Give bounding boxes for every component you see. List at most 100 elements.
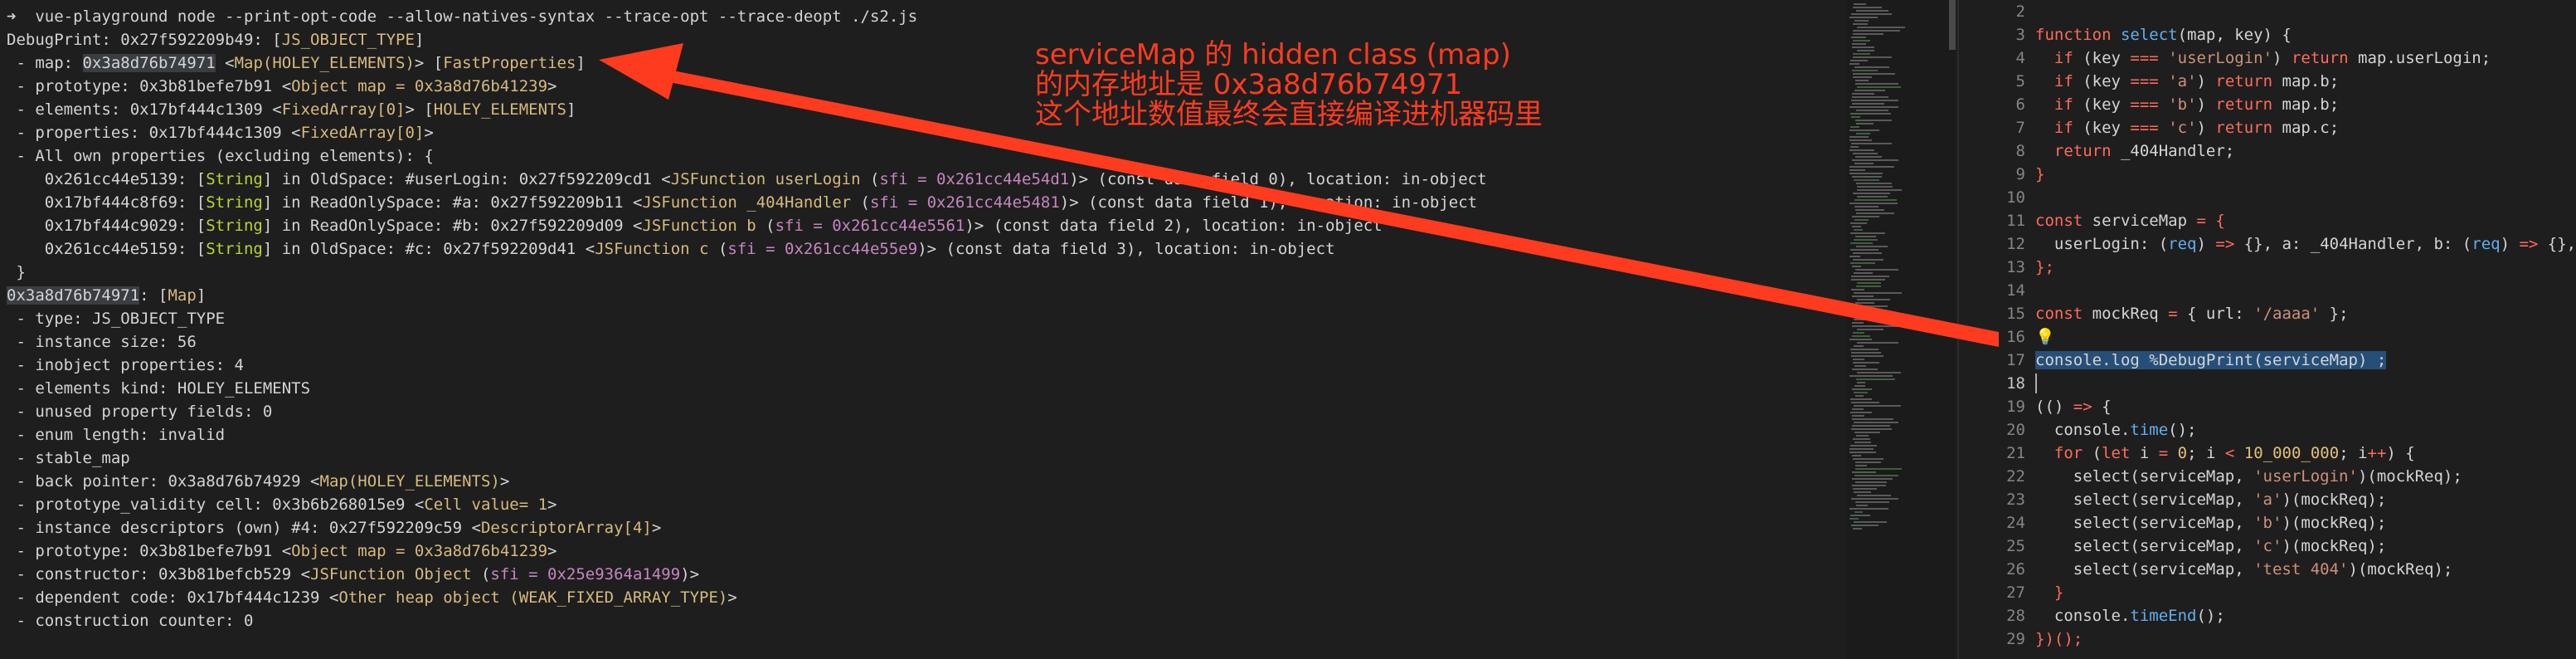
minimap-line [1855,156,1882,158]
code-line[interactable]: } [2035,163,2044,186]
minimap-line [1853,332,1864,334]
terminal-line: 0x261cc44e5139: [String] in OldSpace: #u… [7,168,1487,191]
code-token: console. [2035,351,2112,369]
code-token: FixedArray[0] [281,100,406,119]
code-token: FixedArray[0] [300,124,425,142]
code-token: {}, a: _404Handler, b: ( [2234,235,2472,253]
code-line[interactable]: userLogin: (req) => {}, a: _404Handler, … [2035,232,2576,256]
code-line[interactable]: if (key === 'a') return map.b; [2035,70,2339,93]
code-token: 'a' [2253,491,2282,509]
minimap-line [1850,242,1873,244]
minimap-line [1849,166,1894,168]
code-token: - instance size: 56 [7,333,197,351]
minimap-line [1855,302,1874,304]
minimap-line [1852,216,1879,217]
code-line[interactable]: console.timeEnd(); [2035,604,2225,627]
code-token: ) [2272,49,2292,67]
code-token: )(mockReq); [2282,514,2387,532]
code-line[interactable]: function select(map, key) { [2035,23,2292,46]
code-token: ( [756,217,775,235]
line-number: 23 [2006,491,2025,509]
code-line[interactable]: select(serviceMap, 'b')(mockReq); [2035,511,2387,535]
minimap-line [1853,362,1879,364]
minimap-line [1850,113,1891,115]
code-token: return [2054,142,2112,160]
code-line[interactable]: console.time(); [2035,418,2197,442]
minimap-line [1850,349,1879,350]
code-line[interactable]: })(); [2035,627,2083,651]
code-token: Object map = 0x3a8d76b41239 [291,77,548,95]
code-token: Other heap object (WEAK_FIXED_ARRAY_TYPE… [338,588,728,607]
code-line[interactable]: if (key === 'c') return map.c; [2035,116,2339,139]
minimap-line [1853,7,1882,8]
minimap-line [1849,129,1879,131]
code-token: < [2224,444,2235,462]
code-line[interactable]: }; [2035,256,2054,279]
minimap-line [1853,23,1868,25]
code-token: > [651,519,662,537]
code-token: ( [471,565,491,583]
code-line[interactable]: } [2035,581,2063,604]
code-token: String [206,240,263,258]
code-token: - All own properties (excluding elements… [7,147,434,165]
minimap-line [1853,76,1872,78]
minimap-line [1855,80,1869,81]
minimap-line [1855,209,1884,211]
code-line[interactable]: select(serviceMap, 'test 404')(mockReq); [2035,558,2453,581]
minimap-line [1857,189,1902,191]
minimap-line [1856,183,1892,184]
code-line[interactable]: select(serviceMap, 'a')(mockReq); [2035,488,2387,511]
code-token: > [547,77,557,95]
line-number: 11 [2006,212,2025,230]
minimap-line [1852,335,1870,337]
minimap-line [1854,219,1869,221]
minimap-line [1854,20,1869,22]
minimap-line [1851,525,1879,526]
line-number: 12 [2006,235,2025,253]
minimap-line [1857,282,1881,284]
code-line[interactable]: (() => { [2035,395,2112,418]
code-line[interactable]: return _404Handler; [2035,139,2234,163]
code-token: ) [2196,95,2216,114]
code-line[interactable]: select(serviceMap, 'userLogin')(mockReq)… [2035,465,2462,488]
code-line[interactable]: const mockReq = { url: '/aaaa' }; [2035,302,2349,325]
editor-minimap[interactable] [1846,0,1956,659]
minimap-line [1856,133,1870,134]
minimap-line [1857,86,1901,88]
code-token: 10_000_000 [2243,444,2340,462]
code-line[interactable]: for (let i = 0; i < 10_000_000; i++) { [2035,442,2415,465]
minimap-line [1853,30,1900,32]
minimap-line [1851,100,1898,101]
code-line[interactable]: if (key === 'b') return map.b; [2035,93,2339,116]
minimap-line [1851,276,1889,277]
code-line[interactable]: select(serviceMap, 'c')(mockReq); [2035,535,2387,558]
code-token: ➜ vue-playground node --print-opt-code -… [7,7,918,26]
code-line[interactable]: console.log %DebugPrint(serviceMap) ; [2035,349,2387,372]
minimap-line [1851,428,1892,430]
terminal-line: 0x3a8d76b74971: [Map] [7,284,206,307]
minimap-line [1850,126,1859,128]
minimap-line [1856,378,1895,380]
code-line[interactable]: if (key === 'userLogin') return map.user… [2035,46,2491,70]
minimap-scrollbar[interactable] [1949,0,1956,50]
line-number: 18 [2006,374,2025,393]
minimap-line [1853,153,1878,154]
code-token: ] in OldSpace: #userLogin: 0x27f592209cd… [262,170,671,188]
code-token: select(serviceMap, [2035,514,2254,532]
minimap-line [1856,435,1869,437]
line-number: 5 [2015,72,2025,90]
code-token: Map(HOLEY_ELEMENTS) [319,472,500,491]
terminal-panel[interactable]: ➜ vue-playground node --print-opt-code -… [0,0,1845,659]
minimap-line [1849,17,1878,18]
code-editor[interactable]: 2 3 function select(map, key) {4 if (key =… [1959,0,2576,659]
minimap-line [1849,136,1869,138]
code-line[interactable]: const serviceMap = { [2035,209,2225,232]
text-cursor [2035,373,2037,393]
line-number: 2 [2015,2,2025,21]
code-token: 0 [2177,444,2188,462]
code-line[interactable]: 💡 [2035,325,2055,349]
code-token: ( [851,193,870,212]
code-token: (key [2073,95,2131,114]
